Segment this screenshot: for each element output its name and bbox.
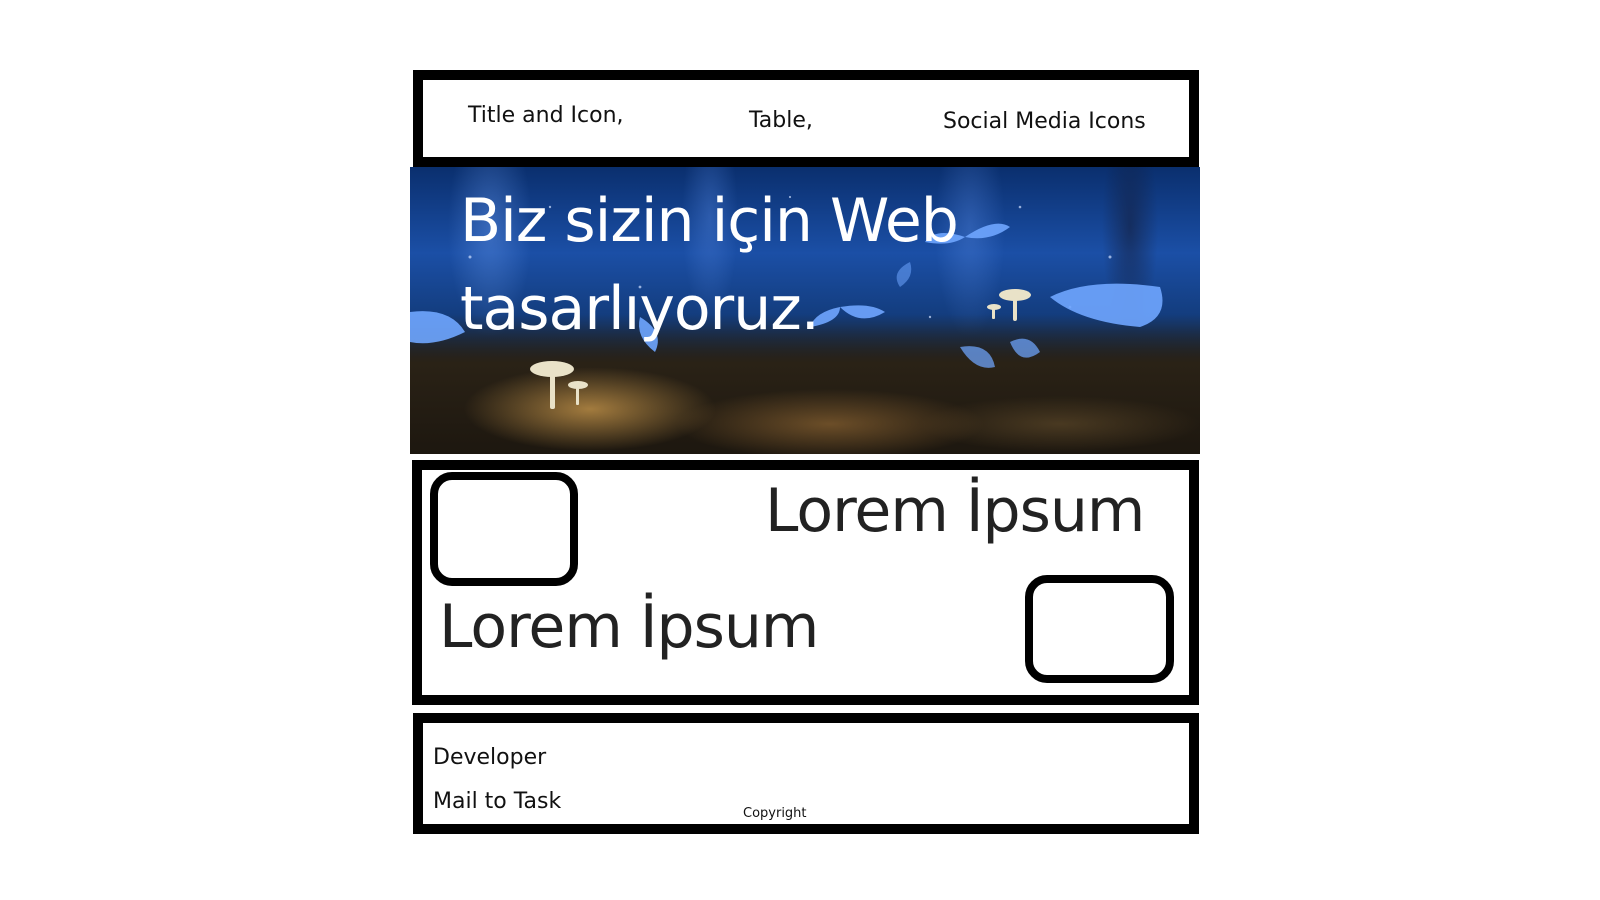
- content-box: Lorem İpsum Lorem İpsum: [412, 460, 1199, 705]
- hero-heading-line2: tasarlıyoruz.: [460, 274, 820, 344]
- image-placeholder-left: [430, 472, 578, 586]
- mail-to-task-link[interactable]: Mail to Task: [433, 789, 561, 814]
- hero-heading: Biz sizin için Web tasarlıyoruz.: [460, 177, 1020, 353]
- social-media-icons-placeholder: Social Media Icons: [943, 109, 1146, 134]
- footer-box: Developer Mail to Task Copyright: [413, 713, 1199, 834]
- developer-label: Developer: [433, 745, 547, 770]
- lorem-heading-top: Lorem İpsum: [765, 476, 1145, 546]
- header-box: Title and Icon, Table, Social Media Icon…: [413, 70, 1199, 167]
- title-icon-placeholder: Title and Icon,: [468, 103, 624, 128]
- hero-heading-line1: Biz sizin için Web: [460, 186, 959, 256]
- hero-banner: Biz sizin için Web tasarlıyoruz.: [410, 167, 1200, 454]
- table-placeholder: Table,: [749, 108, 813, 133]
- image-placeholder-right: [1025, 575, 1174, 683]
- copyright-text: Copyright: [743, 806, 807, 821]
- lorem-heading-bottom: Lorem İpsum: [439, 592, 819, 662]
